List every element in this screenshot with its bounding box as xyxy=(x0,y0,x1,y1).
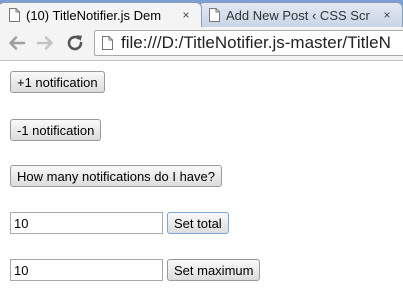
url-text: file:///D:/TitleNotifier.js-master/Title… xyxy=(121,33,391,52)
tab-title: Add New Post ‹ CSS Scr xyxy=(226,7,370,23)
back-button[interactable] xyxy=(5,31,29,55)
page-icon xyxy=(9,8,20,22)
close-icon[interactable]: × xyxy=(179,8,193,22)
tab-title: (10) TitleNotifier.js Dem xyxy=(26,7,162,23)
page-content: +1 notification -1 notification How many… xyxy=(0,61,403,303)
page-icon xyxy=(102,36,113,50)
tab-titlenotifier[interactable]: (10) TitleNotifier.js Dem × xyxy=(0,2,202,27)
increment-notification-button[interactable]: +1 notification xyxy=(10,71,105,93)
tab-add-new-post[interactable]: Add New Post ‹ CSS Scr × xyxy=(198,2,403,27)
set-maximum-button[interactable]: Set maximum xyxy=(167,259,261,281)
browser-toolbar: file:///D:/TitleNotifier.js-master/Title… xyxy=(0,27,403,61)
forward-arrow-icon xyxy=(36,36,53,50)
address-bar[interactable]: file:///D:/TitleNotifier.js-master/Title… xyxy=(94,30,403,56)
set-total-button[interactable]: Set total xyxy=(167,212,229,234)
page-icon xyxy=(209,8,220,22)
tab-strip: Add New Post ‹ CSS Scr × (10) TitleNotif… xyxy=(0,0,403,27)
reload-icon xyxy=(67,35,83,51)
close-icon[interactable]: × xyxy=(380,8,394,22)
total-input[interactable] xyxy=(10,212,163,234)
query-notifications-button[interactable]: How many notifications do I have? xyxy=(10,165,222,187)
decrement-notification-button[interactable]: -1 notification xyxy=(10,119,102,141)
back-arrow-icon xyxy=(9,36,26,50)
reload-button[interactable] xyxy=(63,31,87,55)
maximum-input[interactable] xyxy=(10,259,163,281)
forward-button[interactable] xyxy=(33,31,57,55)
